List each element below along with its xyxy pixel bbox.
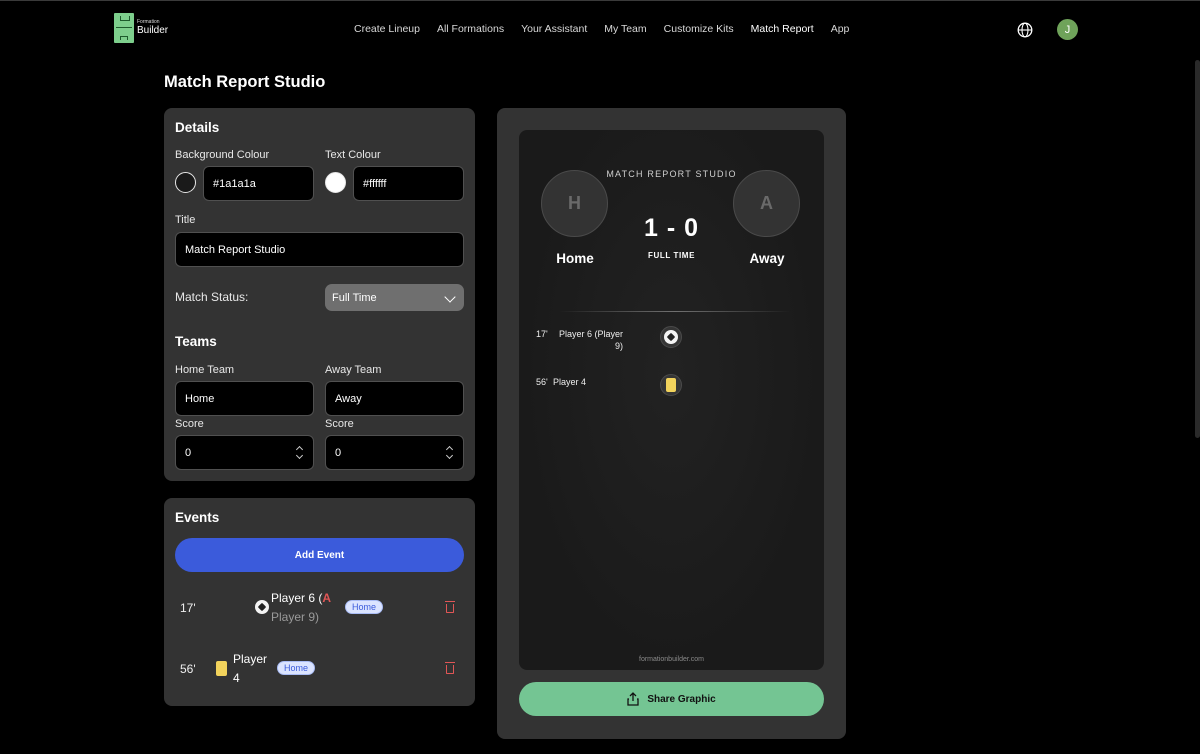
share-graphic-button[interactable]: Share Graphic (519, 682, 824, 716)
title-input[interactable]: Match Report Studio (175, 232, 464, 267)
events-heading: Events (175, 510, 220, 525)
background-colour-input[interactable]: #1a1a1a (203, 166, 314, 201)
home-team-input[interactable]: Home (175, 381, 314, 416)
brand-name: Builder (137, 25, 169, 36)
page-scrollbar[interactable] (1195, 60, 1200, 438)
away-score-value: 0 (335, 446, 342, 459)
graphic-event-text: Player 6 (Player 9) (558, 329, 623, 351)
match-report-graphic: MATCH REPORT STUDIO H A 1 - 0 FULL TIME … (519, 130, 824, 670)
event-player: Player 6 (A Player 9) (271, 591, 332, 624)
nav-create-lineup[interactable]: Create Lineup (354, 23, 420, 35)
team-badge: Home (345, 600, 384, 614)
event-player: Player 4 (233, 652, 268, 685)
stepper-arrows-icon[interactable] (446, 447, 453, 458)
away-score-stepper[interactable]: 0 (325, 435, 464, 470)
share-graphic-label: Share Graphic (647, 693, 716, 705)
details-panel: Details Background Colour #1a1a1a Text C… (164, 108, 475, 481)
graphic-goal-badge (660, 326, 682, 348)
nav-my-team[interactable]: My Team (604, 23, 646, 35)
home-score-value: 0 (185, 446, 192, 459)
graphic-away-name: Away (749, 251, 785, 266)
share-icon (627, 692, 639, 706)
title-label: Title (175, 214, 196, 226)
nav-all-formations[interactable]: All Formations (437, 23, 504, 35)
graphic-event-minute: 56' (536, 377, 548, 387)
event-minute: 56' (180, 662, 196, 676)
preview-panel: MATCH REPORT STUDIO H A 1 - 0 FULL TIME … (497, 108, 846, 739)
graphic-divider (559, 311, 791, 312)
nav-your-assistant[interactable]: Your Assistant (521, 23, 587, 35)
yellow-card-icon (216, 661, 227, 676)
main-nav: Create Lineup All Formations Your Assist… (354, 23, 849, 35)
delete-icon[interactable] (445, 662, 455, 674)
pitch-logo-icon (114, 13, 134, 43)
globe-icon[interactable] (1017, 22, 1033, 38)
nav-customize-kits[interactable]: Customize Kits (664, 23, 734, 35)
home-team-label: Home Team (175, 364, 235, 376)
home-score-stepper[interactable]: 0 (175, 435, 314, 470)
graphic-footer: formationbuilder.com (639, 656, 704, 663)
background-colour-label: Background Colour (175, 149, 270, 161)
graphic-event-minute: 17' (536, 329, 548, 339)
background-colour-swatch[interactable] (175, 172, 196, 193)
text-colour-label: Text Colour (325, 149, 381, 161)
user-avatar[interactable]: J (1057, 19, 1078, 40)
event-minute: 17' (180, 601, 196, 615)
text-colour-swatch[interactable] (325, 172, 346, 193)
delete-icon[interactable] (445, 601, 455, 613)
text-colour-input[interactable]: #ffffff (353, 166, 464, 201)
match-status-label: Match Status: (175, 290, 249, 304)
away-team-label: Away Team (325, 364, 382, 376)
home-score-label: Score (175, 418, 204, 430)
brand-logo[interactable]: Formation Builder (114, 13, 168, 43)
team-badge: Home (277, 661, 316, 675)
chevron-down-icon (444, 291, 456, 303)
yellow-card-icon (666, 378, 676, 392)
details-heading: Details (175, 120, 220, 135)
graphic-event-text: Player 4 (553, 377, 587, 387)
nav-match-report[interactable]: Match Report (751, 23, 814, 35)
away-score-label: Score (325, 418, 354, 430)
page-title: Match Report Studio (164, 73, 326, 91)
add-event-button[interactable]: Add Event (175, 538, 464, 572)
nav-app[interactable]: App (831, 23, 850, 35)
events-panel: Events Add Event 17' Player 6 (A Player 9… (164, 498, 475, 706)
match-status-value: Full Time (332, 291, 377, 304)
graphic-card-badge (660, 374, 682, 396)
stepper-arrows-icon[interactable] (296, 447, 303, 458)
graphic-score: 1 - 0 (643, 214, 700, 242)
teams-heading: Teams (175, 334, 217, 349)
top-navigation: Formation Builder Create Lineup All Form… (0, 0, 1200, 60)
graphic-home-name: Home (556, 251, 594, 266)
away-team-input[interactable]: Away (325, 381, 464, 416)
match-status-select[interactable]: Full Time (325, 284, 464, 311)
goal-icon (255, 600, 269, 614)
goal-icon (664, 330, 678, 344)
